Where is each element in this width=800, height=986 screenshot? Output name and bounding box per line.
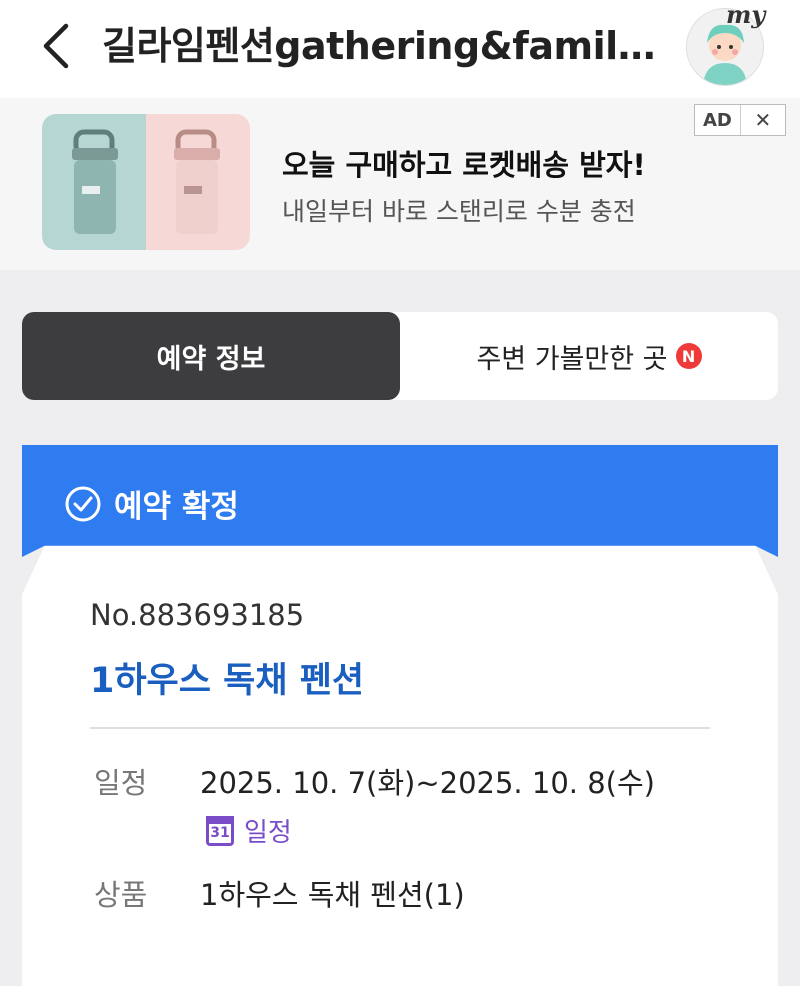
product-value: 1하우스 독채 펜션(1) xyxy=(200,878,465,912)
ad-banner[interactable]: 오늘 구매하고 로켓배송 받자! 내일부터 바로 스탠리로 수분 충전 AD ✕ xyxy=(0,98,800,270)
chevron-left-icon xyxy=(43,23,69,69)
tumbler-teal-icon xyxy=(72,129,118,234)
top-bar: 길라임펜션gathering&family... my xyxy=(0,0,800,98)
back-button[interactable] xyxy=(30,18,80,74)
product-label: 상품 xyxy=(94,878,148,912)
tab-label: 주변 가볼만한 곳 xyxy=(476,343,668,375)
ad-label: AD xyxy=(695,105,741,135)
calendar-icon: 31 xyxy=(206,815,234,846)
reservation-number: No.883693185 xyxy=(90,598,305,632)
tab-nearby-places[interactable]: 주변 가볼만한 곳 N xyxy=(400,312,778,400)
status-banner: 예약 확정 xyxy=(22,445,778,557)
tab-reservation-info[interactable]: 예약 정보 xyxy=(22,312,400,400)
calendar-link-label: 일정 xyxy=(244,818,292,848)
ad-subtitle: 내일부터 바로 스탠리로 수분 충전 xyxy=(282,197,636,226)
status-label: 예약 확정 xyxy=(114,489,239,525)
schedule-value: 2025. 10. 7(화)~2025. 10. 8(수) xyxy=(200,766,655,800)
my-label: my xyxy=(726,0,766,29)
schedule-label: 일정 xyxy=(94,766,148,800)
ad-badge: AD ✕ xyxy=(694,104,786,136)
add-calendar-link[interactable]: 31 일정 xyxy=(206,812,292,849)
ad-title: 오늘 구매하고 로켓배송 받자! xyxy=(282,148,646,182)
divider xyxy=(90,727,710,729)
page-title: 길라임펜션gathering&family... xyxy=(102,24,672,68)
new-badge: N xyxy=(675,343,702,369)
ad-close-button[interactable]: ✕ xyxy=(741,108,785,132)
tab-label: 예약 정보 xyxy=(156,343,266,375)
check-circle-icon xyxy=(65,486,101,521)
ad-image xyxy=(42,114,250,250)
tumbler-pink-icon xyxy=(174,129,220,234)
reservation-name[interactable]: 1하우스 독채 펜션 xyxy=(90,652,364,703)
tab-bar: 예약 정보 주변 가볼만한 곳 N xyxy=(22,312,778,400)
